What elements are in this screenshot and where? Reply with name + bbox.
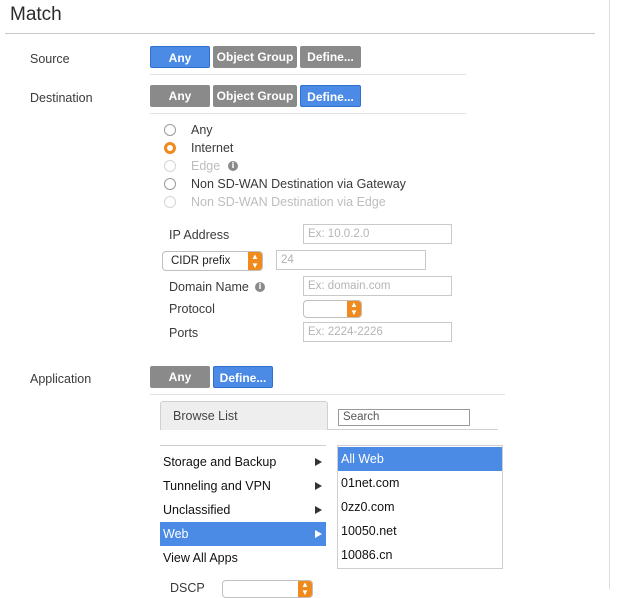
chevron-updown-icon: ▲ ▼ (298, 581, 312, 597)
list-item[interactable]: Storage and Backup (160, 450, 326, 474)
source-divider (150, 74, 466, 75)
radio-non-sdwan-gateway[interactable] (164, 178, 176, 190)
cidr-prefix-input[interactable]: 24 (276, 250, 426, 270)
list-item[interactable]: 0zz0.com (338, 495, 502, 519)
radio-any-label: Any (191, 123, 213, 137)
cidr-select[interactable]: CIDR prefix ▲ ▼ (162, 251, 263, 271)
ip-address-input[interactable]: Ex: 10.0.2.0 (303, 224, 452, 244)
list-item[interactable]: Tunneling and VPN (160, 474, 326, 498)
source-any-button[interactable]: Any (150, 46, 210, 68)
application-define-button[interactable]: Define... (213, 366, 273, 388)
chevron-right-icon (315, 506, 322, 514)
info-icon[interactable]: i (228, 161, 238, 171)
source-object-group-button[interactable]: Object Group (213, 46, 297, 68)
ports-input[interactable]: Ex: 2224-2226 (303, 322, 452, 342)
radio-non-sdwan-edge (164, 196, 176, 208)
ports-label: Ports (169, 326, 199, 340)
category-list: Storage and Backup Tunneling and VPN Unc… (160, 445, 326, 573)
chevron-right-icon (315, 458, 322, 466)
list-item[interactable]: 10050.net (338, 519, 502, 543)
panel-border (609, 0, 610, 589)
tab-baseline (328, 429, 498, 430)
dscp-select[interactable]: ▲ ▼ (222, 580, 313, 598)
chevron-updown-icon: ▲ ▼ (347, 301, 361, 317)
domain-name-input[interactable]: Ex: domain.com (303, 276, 452, 296)
app-list: All Web 01net.com 0zz0.com 10050.net 100… (337, 445, 503, 569)
page-title: Match (10, 4, 62, 25)
destination-any-button[interactable]: Any (150, 85, 210, 107)
list-item[interactable]: 10086.cn (338, 543, 502, 567)
application-any-button[interactable]: Any (150, 366, 210, 388)
list-item[interactable]: View All Apps (160, 546, 326, 570)
list-item[interactable]: 01net.com (338, 471, 502, 495)
application-divider (150, 394, 505, 395)
destination-object-group-button[interactable]: Object Group (213, 85, 297, 107)
protocol-select[interactable]: ▲ ▼ (303, 300, 362, 318)
radio-any[interactable] (164, 124, 176, 136)
domain-name-label: Domain Name (169, 280, 249, 294)
radio-edge (164, 160, 176, 172)
source-label: Source (30, 52, 70, 66)
radio-edge-label: Edge (191, 159, 221, 173)
source-define-button[interactable]: Define... (300, 46, 361, 68)
cidr-select-value: CIDR prefix (171, 255, 231, 267)
tab-browse-list[interactable]: Browse List (160, 401, 328, 430)
list-item[interactable]: Web (160, 522, 326, 546)
radio-internet[interactable] (164, 142, 176, 154)
chevron-right-icon (315, 530, 322, 538)
destination-divider (150, 113, 466, 114)
radio-non-sdwan-gateway-label: Non SD-WAN Destination via Gateway (191, 177, 406, 191)
destination-define-button[interactable]: Define... (300, 85, 361, 107)
search-input[interactable]: Search (338, 409, 470, 426)
protocol-label: Protocol (169, 302, 215, 316)
title-divider (5, 33, 595, 34)
destination-label: Destination (30, 91, 93, 105)
dscp-label: DSCP (170, 581, 205, 595)
radio-non-sdwan-edge-label: Non SD-WAN Destination via Edge (191, 195, 386, 209)
chevron-right-icon (315, 482, 322, 490)
ip-address-label: IP Address (169, 228, 230, 242)
application-label: Application (30, 372, 92, 386)
chevron-updown-icon: ▲ ▼ (248, 252, 262, 270)
list-item[interactable]: All Web (338, 447, 502, 471)
info-icon[interactable]: i (255, 282, 265, 292)
radio-internet-label: Internet (191, 141, 234, 155)
list-item[interactable]: Unclassified (160, 498, 326, 522)
